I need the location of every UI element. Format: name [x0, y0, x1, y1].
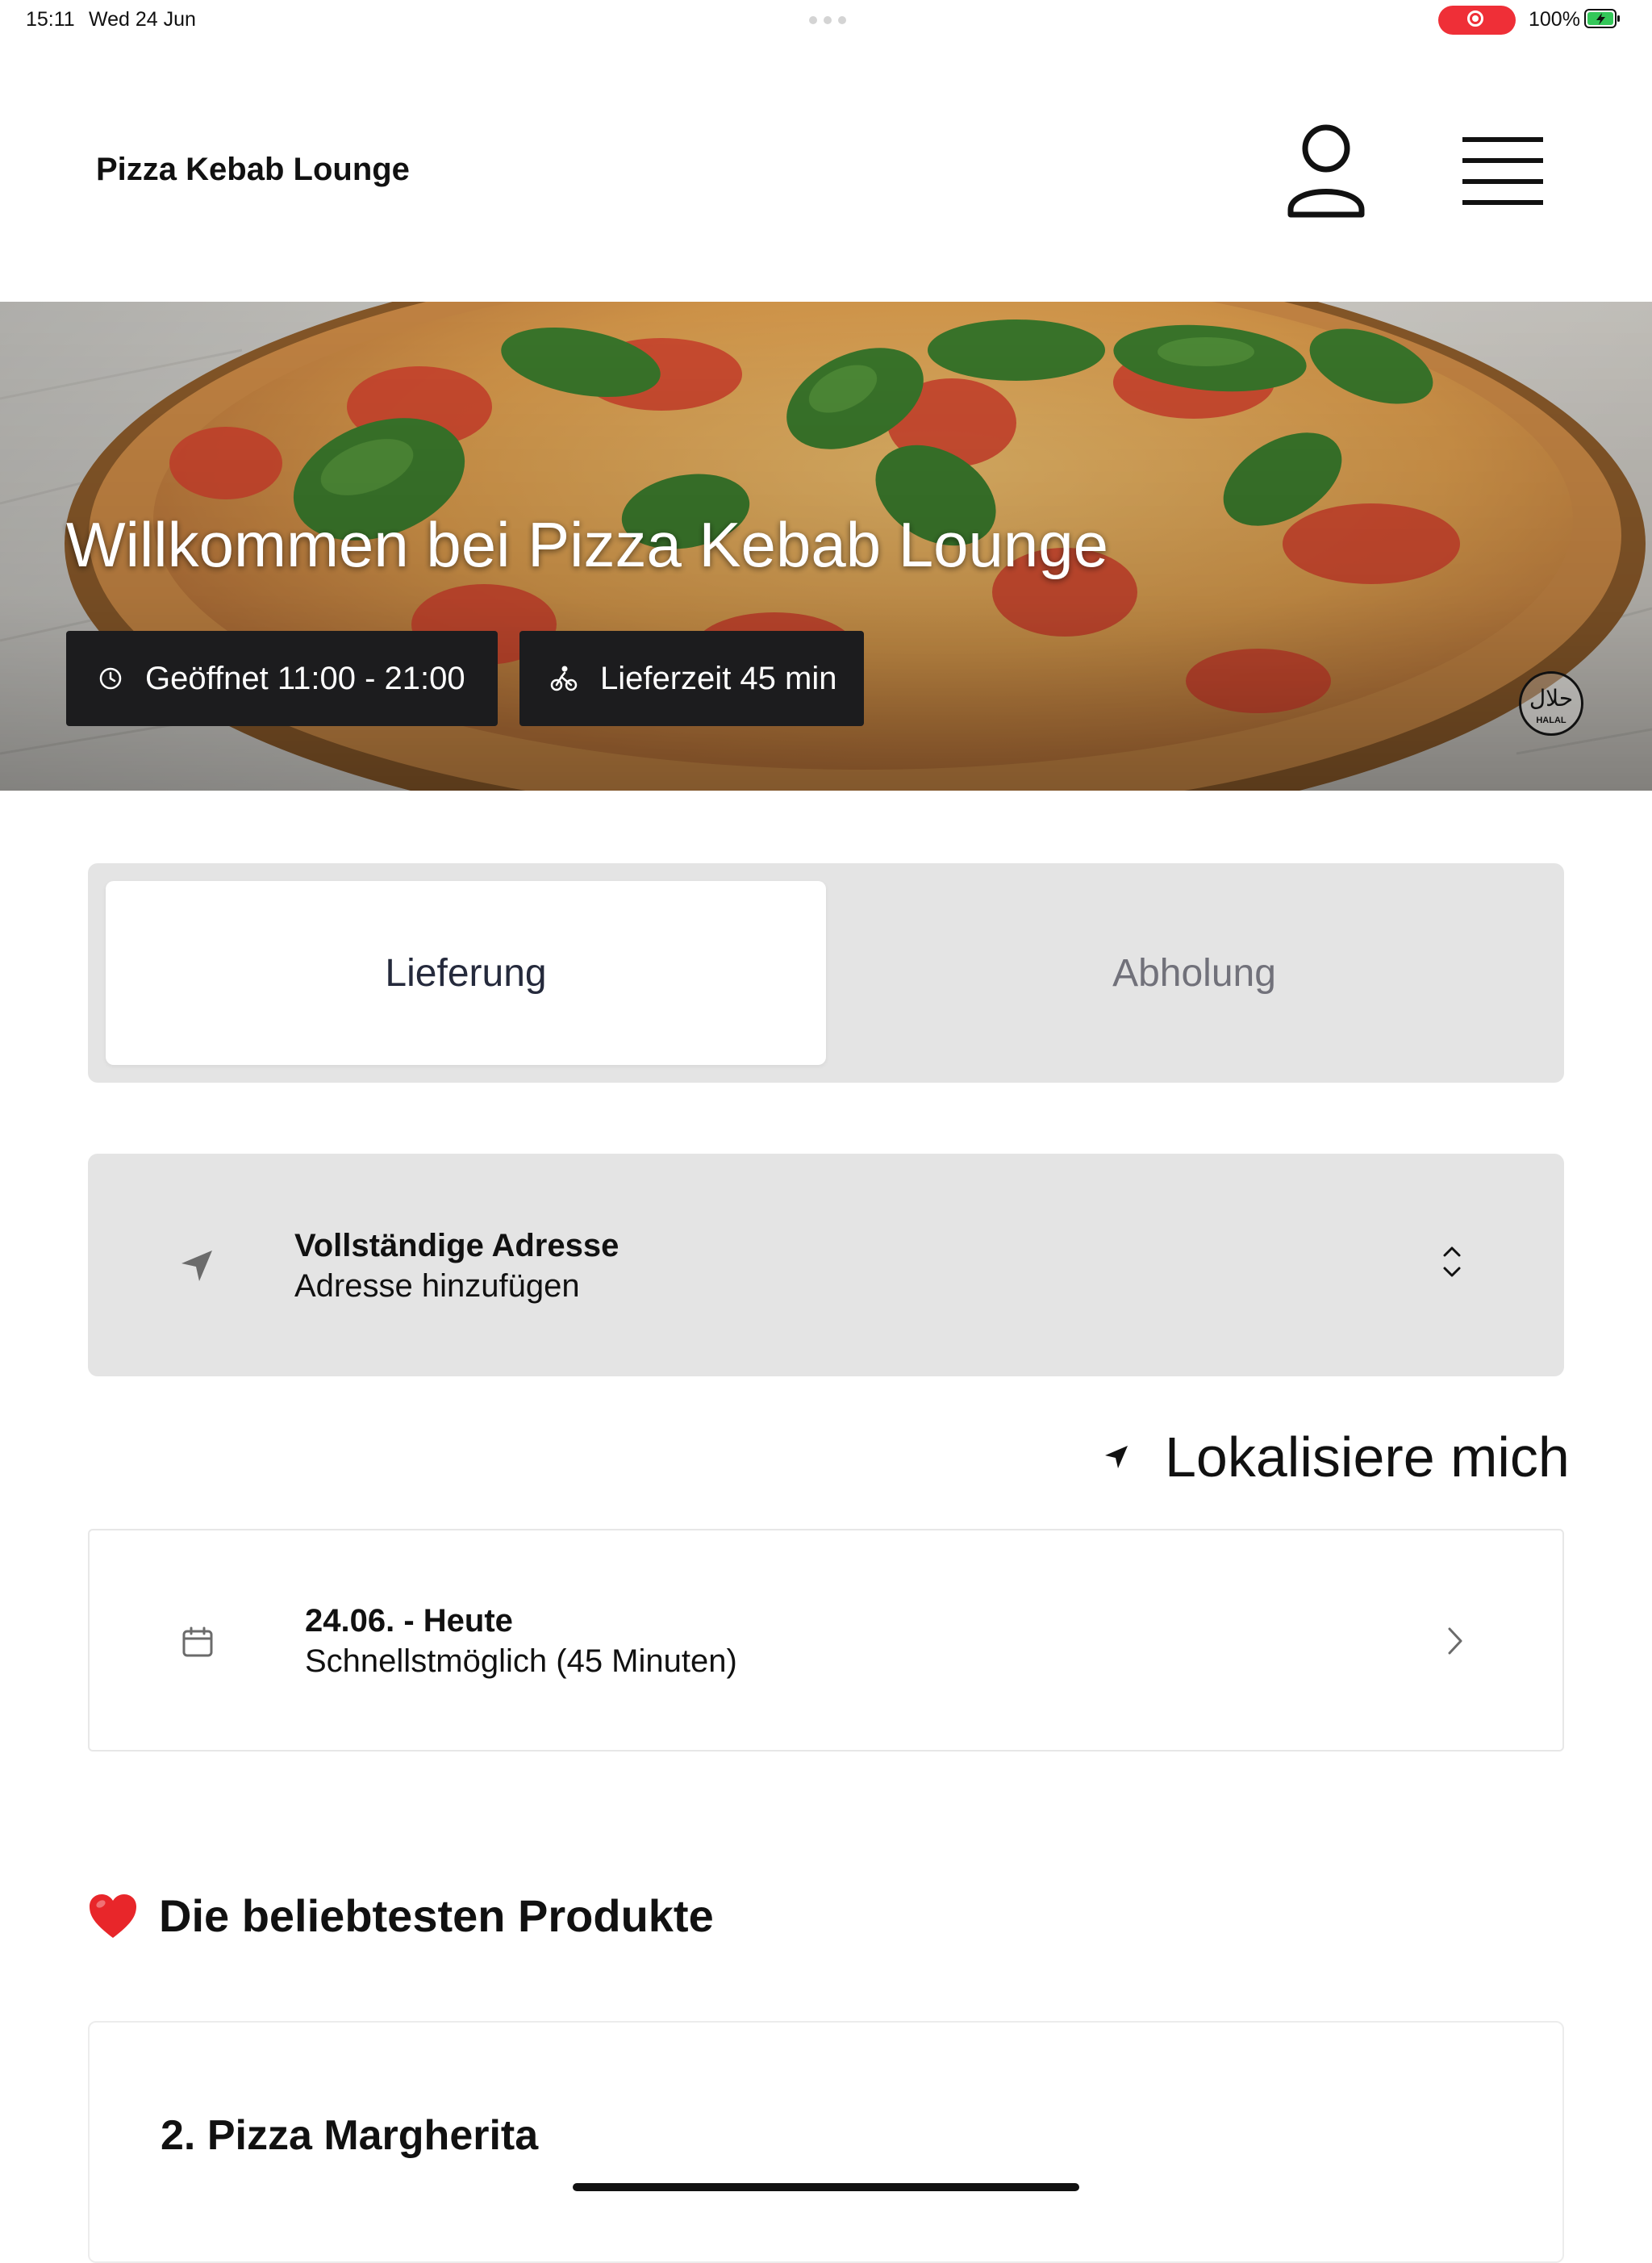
chevron-up-down-icon — [1443, 1246, 1461, 1277]
calendar-icon — [182, 1626, 213, 1657]
address-label: Vollständige Adresse — [294, 1228, 620, 1263]
product-name: 2. Pizza Margherita — [161, 2112, 539, 2159]
clock-icon — [99, 667, 122, 690]
status-bar: 15:11 Wed 24 Jun 100% — [0, 0, 1652, 40]
halal-icon: حلال HALAL — [1519, 671, 1583, 736]
hero-title: Willkommen bei Pizza Kebab Lounge — [66, 509, 1109, 580]
bike-courier-icon — [550, 666, 578, 691]
product-card[interactable]: 2. Pizza Margherita — [88, 2021, 1564, 2263]
address-value: Adresse hinzufügen — [294, 1268, 580, 1304]
order-type-toggle: Lieferung Abholung — [88, 863, 1564, 1083]
location-arrow-icon — [181, 1250, 212, 1281]
chevron-right-icon — [1448, 1627, 1462, 1655]
delivery-time-selector[interactable]: 24.06. - Heute Schnellstmöglich (45 Minu… — [88, 1529, 1564, 1752]
status-date: Wed 24 Jun — [89, 8, 196, 31]
locate-me-label: Lokalisiere mich — [1165, 1426, 1570, 1488]
location-arrow-icon — [1105, 1446, 1128, 1468]
user-icon[interactable] — [1284, 121, 1368, 221]
popular-products-heading: Die beliebtesten Produkte — [88, 1889, 714, 1942]
battery-percentage: 100% — [1529, 8, 1580, 31]
schedule-time: Schnellstmöglich (45 Minuten) — [305, 1643, 737, 1679]
heart-icon — [90, 1893, 136, 1938]
hamburger-menu-icon[interactable] — [1458, 131, 1547, 208]
brand-name[interactable]: Pizza Kebab Lounge — [96, 152, 410, 188]
popular-products-title: Die beliebtesten Produkte — [159, 1890, 714, 1941]
tab-abholung[interactable]: Abholung — [842, 881, 1546, 1065]
delivery-time-badge: Lieferzeit 45 min — [519, 631, 864, 726]
battery-icon — [1584, 9, 1620, 28]
schedule-date: 24.06. - Heute — [305, 1603, 513, 1639]
status-time: 15:11 — [26, 8, 75, 31]
screen-recording-indicator[interactable] — [1438, 6, 1516, 35]
opening-hours-text: Geöffnet 11:00 - 21:00 — [145, 660, 465, 696]
opening-hours-badge: Geöffnet 11:00 - 21:00 — [66, 631, 498, 726]
locate-me-button[interactable]: Lokalisiere mich — [1103, 1425, 1570, 1489]
address-selector[interactable]: Vollständige Adresse Adresse hinzufügen — [88, 1154, 1564, 1376]
tab-lieferung[interactable]: Lieferung — [106, 881, 826, 1065]
home-indicator[interactable] — [573, 2183, 1079, 2191]
delivery-time-text: Lieferzeit 45 min — [600, 660, 837, 696]
multitasking-dots[interactable] — [809, 16, 846, 24]
